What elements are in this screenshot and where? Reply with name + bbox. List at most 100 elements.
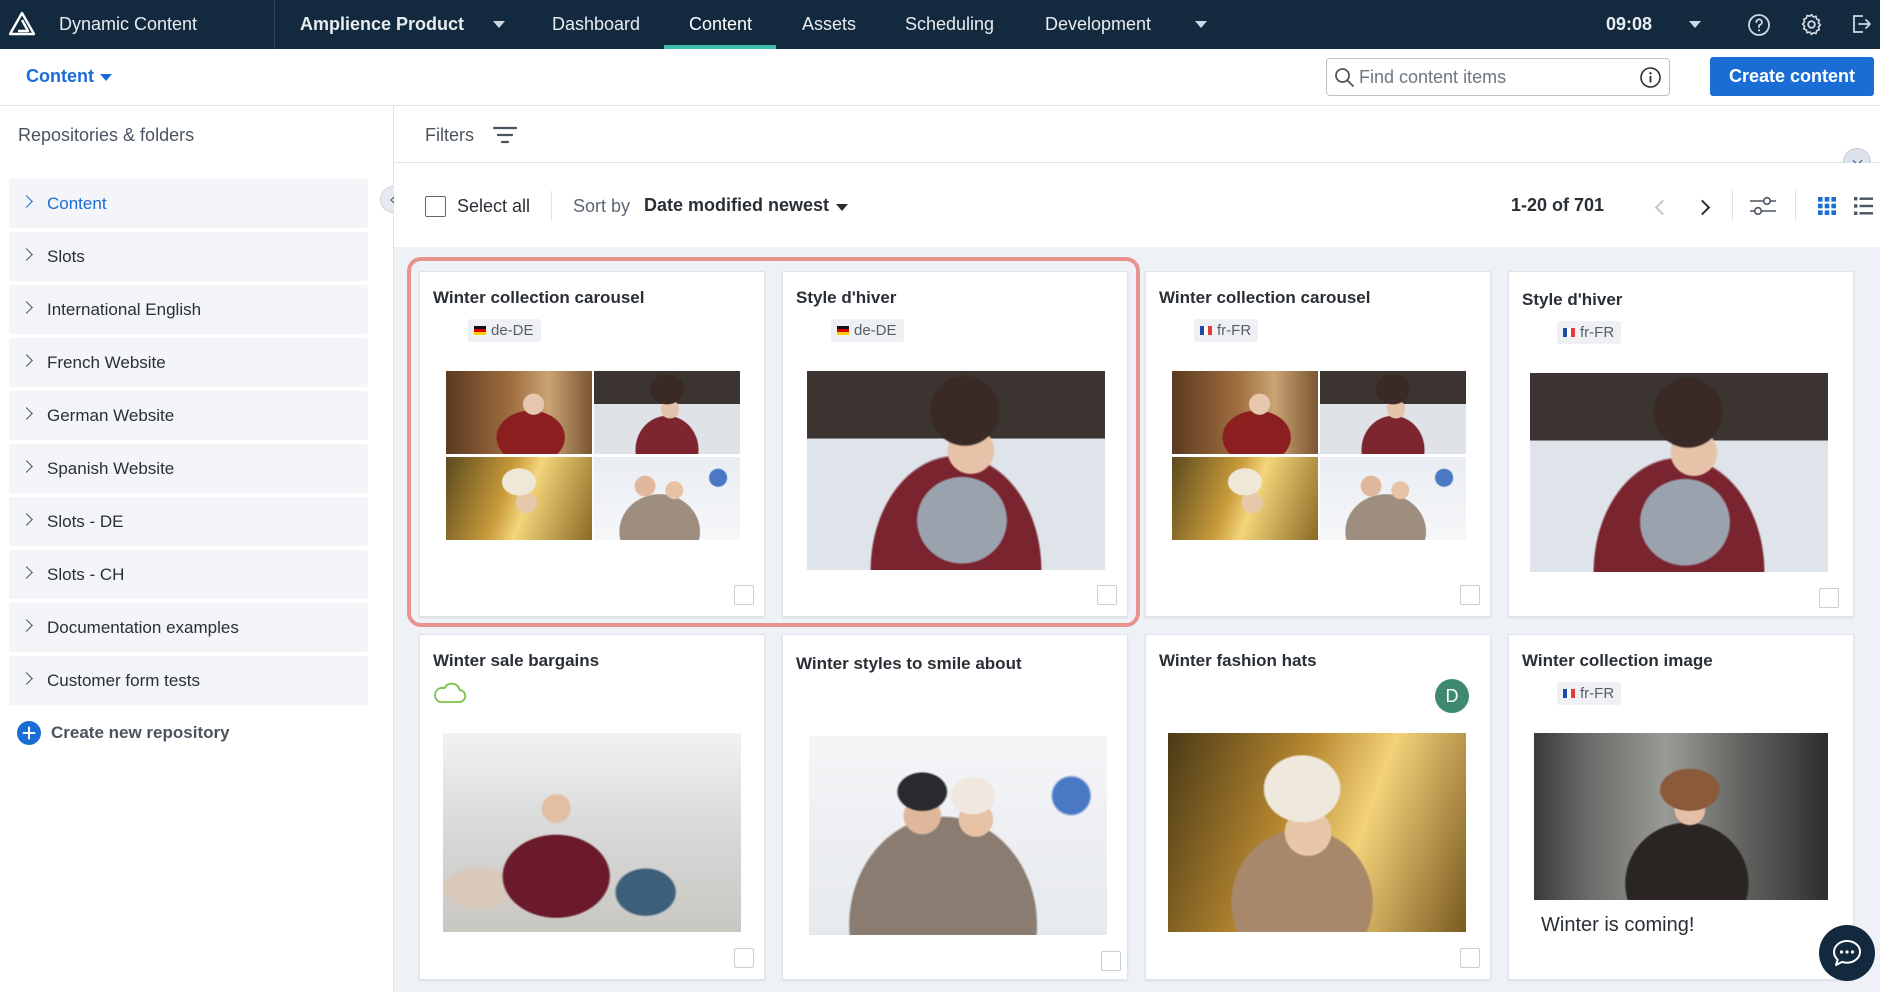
content-card[interactable]: Style d'hiver fr-FR: [1508, 271, 1854, 617]
card-select-checkbox[interactable]: [734, 585, 754, 605]
sidebar-item-french-website[interactable]: French Website: [9, 338, 368, 387]
carousel-image: [594, 457, 740, 540]
view-settings-sliders-icon[interactable]: [1749, 195, 1777, 217]
divider: [551, 191, 552, 221]
nav-scheduling[interactable]: Scheduling: [905, 0, 994, 49]
content-card[interactable]: Winter collection carousel fr-FR: [1145, 271, 1491, 617]
sidebar-item-slots-ch[interactable]: Slots - CH: [9, 550, 368, 599]
card-select-checkbox[interactable]: [1101, 951, 1121, 971]
content-card[interactable]: Winter collection image fr-FR Winter is …: [1508, 634, 1854, 980]
locale-badge: de-DE: [468, 319, 541, 342]
sidebar-item-content[interactable]: Content: [9, 179, 368, 228]
content-thumbnail: [443, 733, 741, 932]
card-select-checkbox[interactable]: [734, 948, 754, 968]
create-content-button[interactable]: Create content: [1710, 57, 1874, 96]
carousel-image: [446, 371, 592, 454]
germany-flag-icon: [837, 325, 849, 335]
sort-chevron-down-icon[interactable]: [836, 204, 848, 211]
card-title: Winter collection carousel: [433, 288, 645, 307]
logout-icon[interactable]: [1849, 12, 1873, 36]
section-selector[interactable]: Content: [26, 66, 94, 87]
content-grid: Winter collection carousel de-DE Style d…: [394, 247, 1880, 992]
user-menu-chevron-down-icon[interactable]: [1689, 21, 1701, 28]
list-view-icon[interactable]: [1854, 197, 1873, 215]
sidebar-item-german-website[interactable]: German Website: [9, 391, 368, 440]
hub-selector[interactable]: Amplience Product: [300, 0, 464, 49]
content-card[interactable]: Winter fashion hats D: [1145, 634, 1491, 980]
sidebar-item-international-english[interactable]: International English: [9, 285, 368, 334]
chevron-right-icon: [20, 460, 33, 473]
sidebar-item-customer-form-tests[interactable]: Customer form tests: [9, 656, 368, 705]
card-caption: Winter is coming!: [1541, 914, 1695, 936]
sort-selector[interactable]: Date modified newest: [644, 195, 829, 216]
sidebar-item-spanish-website[interactable]: Spanish Website: [9, 444, 368, 493]
search-icon: [1335, 68, 1354, 87]
locale-label: de-DE: [491, 322, 534, 339]
divider: [1795, 189, 1796, 221]
search-input[interactable]: [1359, 59, 1629, 95]
locale-label: fr-FR: [1580, 324, 1615, 341]
create-repository-label: Create new repository: [51, 723, 230, 742]
top-bar: Dynamic Content Amplience Product Dashbo…: [0, 0, 1880, 49]
sidebar-item-label: Content: [47, 194, 107, 213]
select-all-label[interactable]: Select all: [457, 196, 530, 217]
results-toolbar: Select all Sort by Date modified newest …: [394, 163, 1880, 247]
sidebar-item-label: Slots - DE: [47, 512, 124, 531]
sidebar-item-slots-de[interactable]: Slots - DE: [9, 497, 368, 546]
next-page-chevron-icon[interactable]: [1694, 199, 1711, 216]
chevron-right-icon: [20, 566, 33, 579]
hub-chevron-down-icon[interactable]: [493, 21, 505, 28]
card-select-checkbox[interactable]: [1460, 948, 1480, 968]
card-title: Style d'hiver: [796, 288, 897, 307]
sidebar-item-label: Documentation examples: [47, 618, 239, 637]
locale-label: fr-FR: [1580, 685, 1615, 702]
avatar[interactable]: D: [1435, 679, 1469, 713]
previous-page-chevron-icon[interactable]: [1654, 199, 1671, 216]
locale-label: fr-FR: [1217, 322, 1252, 339]
amplience-logo-icon[interactable]: [9, 11, 35, 37]
card-title: Winter collection carousel: [1159, 288, 1371, 307]
plus-circle-icon: [17, 721, 41, 745]
chevron-right-icon: [20, 672, 33, 685]
nav-content[interactable]: Content: [689, 0, 752, 49]
create-repository-link[interactable]: Create new repository: [16, 720, 236, 746]
settings-gear-icon[interactable]: [1799, 12, 1824, 37]
search-info-icon[interactable]: [1639, 66, 1662, 89]
pagination-summary: 1-20 of 701: [1511, 195, 1605, 215]
chevron-right-icon: [20, 619, 33, 632]
nav-assets[interactable]: Assets: [802, 0, 856, 49]
chat-button[interactable]: [1819, 925, 1875, 981]
content-card[interactable]: Winter collection carousel de-DE: [419, 271, 765, 617]
sidebar-item-documentation-examples[interactable]: Documentation examples: [9, 603, 368, 652]
card-select-checkbox[interactable]: [1097, 585, 1117, 605]
clock-time[interactable]: 09:08: [1606, 0, 1652, 49]
select-all-checkbox[interactable]: [425, 196, 446, 217]
help-icon[interactable]: [1747, 13, 1771, 37]
france-flag-icon: [1200, 325, 1212, 335]
nav-development[interactable]: Development: [1045, 0, 1151, 49]
content-card[interactable]: Winter sale bargains: [419, 634, 765, 980]
locale-badge: fr-FR: [1557, 682, 1622, 705]
search-box[interactable]: [1326, 58, 1670, 96]
sidebar-item-slots[interactable]: Slots: [9, 232, 368, 281]
card-title: Winter fashion hats: [1159, 651, 1317, 670]
cloud-icon: [434, 682, 466, 703]
divider: [1732, 189, 1733, 221]
carousel-thumbnail: [1172, 371, 1466, 540]
card-select-checkbox[interactable]: [1819, 588, 1839, 608]
section-chevron-down-icon[interactable]: [100, 74, 112, 81]
grid-view-icon[interactable]: [1818, 197, 1836, 215]
card-select-checkbox[interactable]: [1460, 585, 1480, 605]
nav-dashboard[interactable]: Dashboard: [552, 0, 640, 49]
card-title: Winter styles to smile about: [796, 654, 1022, 673]
divider: [274, 0, 275, 49]
carousel-image: [1320, 371, 1466, 454]
content-card[interactable]: Style d'hiver de-DE: [782, 271, 1128, 617]
filter-icon[interactable]: [493, 125, 517, 145]
content-card[interactable]: Winter styles to smile about: [782, 634, 1128, 980]
filters-label[interactable]: Filters: [425, 125, 474, 146]
development-chevron-down-icon[interactable]: [1195, 21, 1207, 28]
card-title: Winter sale bargains: [433, 651, 600, 670]
app-name: Dynamic Content: [59, 14, 198, 34]
chevron-right-icon: [20, 513, 33, 526]
